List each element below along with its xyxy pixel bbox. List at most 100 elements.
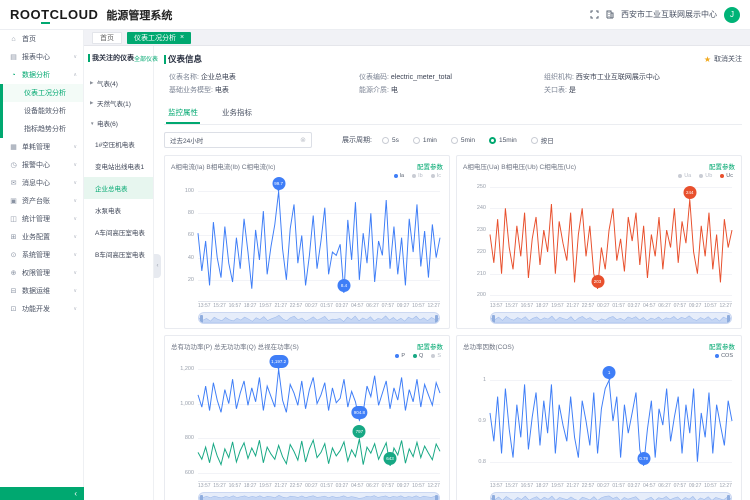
x-tick-label: 21:27 [274,483,287,489]
sidebar-collapse-bar[interactable]: ‹ [0,487,84,500]
radio-dot [382,137,389,144]
legend-item-P[interactable]: P [395,353,405,359]
caret-down-icon[interactable]: ▼ [90,121,97,126]
sidebar-item-statistics[interactable]: ◫统计管理∨ [0,210,83,228]
legend-item-Ib[interactable]: Ib [412,173,423,179]
tree-group[interactable]: ▼电表(6) [88,113,150,133]
configure-params-link[interactable]: 配置参数 [417,161,443,171]
tab-business-metrics[interactable]: 业务指标 [220,104,254,124]
chart-legend: Ua Ub Uc [463,171,733,180]
datazoom-handle-right[interactable] [435,495,438,500]
tree-group-label: 电表(6) [97,118,118,128]
tree-leaf[interactable]: 企业总电表 [84,177,153,199]
x-tick-label: 18:27 [244,483,257,489]
legend-item-Ua[interactable]: Ua [678,173,691,179]
marker-pin-max: 1 [603,366,616,379]
legend-item-Q[interactable]: Q [413,353,423,359]
close-icon[interactable]: × [180,34,184,41]
marker-label: 1 [608,370,611,375]
y-axis-label: 60 [171,232,194,238]
sidebar-item-asset-ledger[interactable]: ▣资产台账∨ [0,192,83,210]
x-tick-label: 16:57 [229,303,242,309]
x-tick-label: 13:57 [198,483,211,489]
org-name[interactable]: 西安市工业互联网展示中心 [621,9,717,20]
tree-leaf[interactable]: 1#空压机电表 [84,133,153,155]
datazoom-handle-right[interactable] [727,495,730,500]
datazoom-handle-right[interactable] [435,315,438,323]
sidebar-item-label: 单耗管理 [22,142,73,152]
sidebar-item-report-center[interactable]: ▤报表中心∨ [0,48,83,66]
tab-meter-analysis[interactable]: 仪表工况分析 × [127,32,191,44]
panel-collapse-handle[interactable]: ‹ [154,254,161,278]
datazoom-handle-right[interactable] [727,315,730,323]
period-radio-15min[interactable]: 15min [489,135,517,145]
message-icon: ✉ [9,179,18,187]
legend-item-S[interactable]: S [431,353,441,359]
legend-item-Ub[interactable]: Ub [699,173,712,179]
sidebar-item-unit-consumption[interactable]: ▦单耗管理∨ [0,138,83,156]
datazoom-handle-left[interactable] [200,495,203,500]
datazoom-handle-left[interactable] [200,315,203,323]
chart-plot: 10.90.810.79 [490,360,732,482]
time-range-select[interactable]: 过去24小时 ⊗ [164,132,312,148]
datazoom-slider[interactable] [198,492,440,500]
sidebar-item-meter-condition[interactable]: 仪表工况分析 [3,84,83,102]
sidebar-item-dev[interactable]: ⊡功能开发∨ [0,300,83,318]
x-tick-label: 07:57 [674,303,687,309]
sidebar-item-permission[interactable]: ⊕权限管理∨ [0,264,83,282]
tree-leaf[interactable]: 水泵电表 [84,199,153,221]
sidebar-item-device-efficiency[interactable]: 设备能效分析 [3,102,83,120]
legend-item-Ic[interactable]: Ic [431,173,441,179]
x-tick-label: 16:57 [521,303,534,309]
caret-right-icon[interactable]: ▶ [90,100,97,106]
period-radio-5min[interactable]: 5min [451,135,475,145]
sidebar-item-label: 数据分析 [22,70,73,80]
avatar[interactable]: J [724,7,740,23]
marker-label: 904.8 [354,410,365,415]
sidebar-item-data-analysis[interactable]: ◔数据分析∧ [0,66,83,84]
sidebar-item-home[interactable]: ⌂首页 [0,30,83,48]
tree-leaf[interactable]: 变电站出线电表1 [84,155,153,177]
datazoom-handle-left[interactable] [492,495,495,500]
legend-item-Ia[interactable]: Ia [394,173,405,179]
marker-pin-min: 643 [384,452,397,465]
x-tick-label: 06:27 [658,303,671,309]
tree-leaf[interactable]: B车间高压室电表 [84,243,153,265]
datazoom-handle-left[interactable] [492,315,495,323]
fullscreen-icon[interactable] [590,10,599,19]
chevron-down-icon: ∨ [73,162,77,168]
tab-monitor-props[interactable]: 监控属性 [166,104,200,124]
sidebar-item-message-center[interactable]: ✉消息中心∨ [0,174,83,192]
sidebar-item-business-config[interactable]: ⊞业务配置∨ [0,228,83,246]
sidebar-item-alarm-center[interactable]: ◷报警中心∨ [0,156,83,174]
period-radio-label: 5min [461,137,475,144]
legend-item-COS[interactable]: COS [715,353,733,359]
legend-item-Uc[interactable]: Uc [720,173,733,179]
configure-params-link[interactable]: 配置参数 [417,341,443,351]
sidebar-item-indicator-trend[interactable]: 指标趋势分析 [3,120,83,138]
sidebar-item-label: 系统管理 [22,250,73,260]
period-radio-1min[interactable]: 1min [413,135,437,145]
period-radio-按日[interactable]: 按日 [531,135,554,145]
clear-icon[interactable]: ⊗ [300,136,306,144]
tree-leaf[interactable]: A车间高压室电表 [84,221,153,243]
chevron-down-icon: ∨ [73,234,77,240]
configure-params-link[interactable]: 配置参数 [709,341,735,351]
x-tick-label: 19:57 [259,483,272,489]
tree-group[interactable]: ▶气表(4) [88,73,150,93]
period-radio-5s[interactable]: 5s [382,135,399,145]
legend-dot [715,354,719,358]
datazoom-slider[interactable] [490,492,732,500]
sidebar-item-label: 功能开发 [22,304,73,314]
caret-right-icon[interactable]: ▶ [90,80,97,86]
x-tick-label: 12:27 [719,483,732,489]
sidebar-item-data-ops[interactable]: ⊟数据运维∨ [0,282,83,300]
unfollow-button[interactable]: ★ 取消关注 [704,54,742,64]
x-tick-label: 03:27 [628,483,641,489]
datazoom-slider[interactable] [490,312,732,324]
datazoom-slider[interactable] [198,312,440,324]
configure-params-link[interactable]: 配置参数 [709,161,735,171]
tree-group[interactable]: ▶天然气表(1) [88,93,150,113]
sidebar-item-system[interactable]: ⊙系统管理∨ [0,246,83,264]
tab-home[interactable]: 首页 [92,32,122,44]
